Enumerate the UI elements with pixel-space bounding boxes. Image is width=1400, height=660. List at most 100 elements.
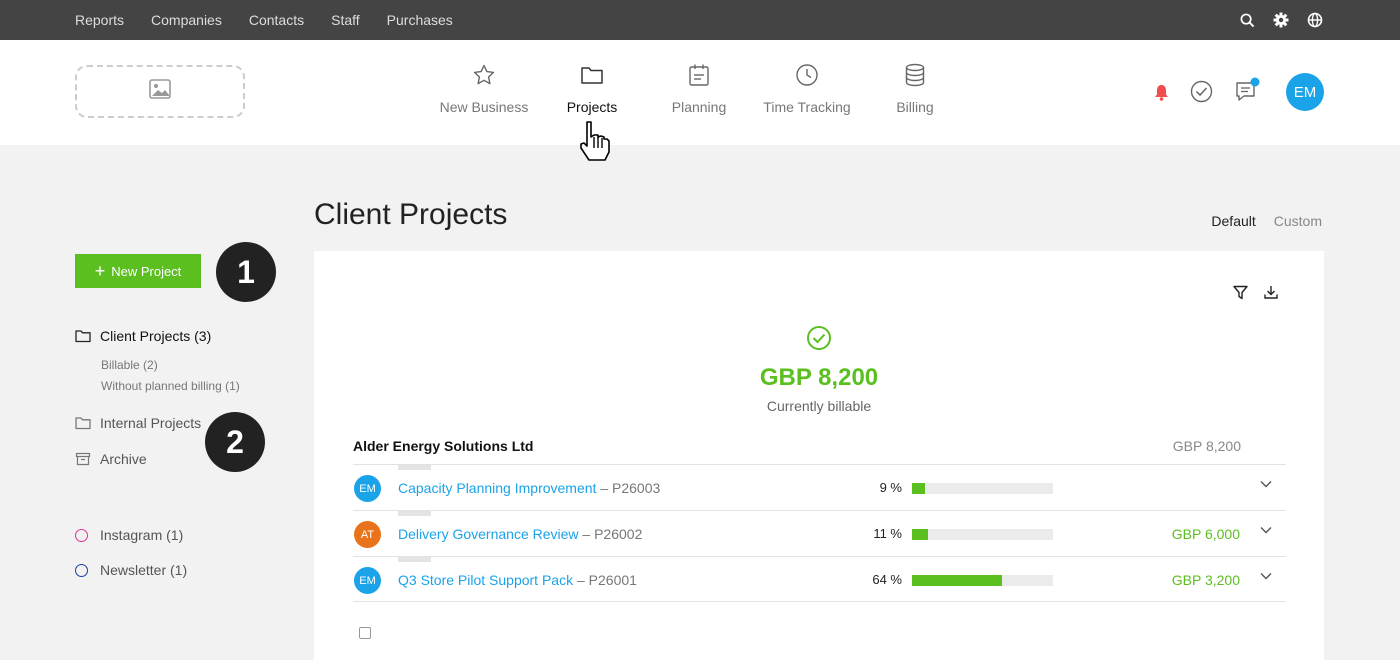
folder-icon (75, 329, 93, 343)
progress-bar (912, 483, 1053, 494)
top-menu-contacts[interactable]: Contacts (249, 12, 304, 28)
billable-amount: GBP 8,200 (759, 364, 879, 391)
owner-avatar: AT (354, 521, 381, 548)
step-badge-2: 2 (205, 412, 265, 472)
view-custom[interactable]: Custom (1274, 213, 1322, 229)
nav-label: Projects (566, 99, 618, 115)
bell-icon[interactable] (1154, 84, 1169, 106)
owner-avatar: EM (354, 567, 381, 594)
search-icon[interactable] (1238, 11, 1256, 29)
sidebar-item-label: Newsletter (1) (100, 562, 188, 578)
sidebar-item-client-projects[interactable]: Client Projects (3) (75, 328, 211, 344)
project-row[interactable]: AT Delivery Governance Review – P26002 1… (353, 510, 1286, 556)
client-name[interactable]: Alder Energy Solutions Ltd (353, 438, 533, 454)
progress-percent: 64 % (872, 572, 902, 587)
project-row[interactable]: EM Capacity Planning Improvement – P2600… (353, 464, 1286, 510)
billable-caption: Currently billable (766, 398, 872, 414)
nav-label: Time Tracking (763, 99, 851, 115)
calendar-icon (688, 63, 710, 92)
project-amount: GBP 6,000 (1171, 526, 1240, 542)
nav-time-tracking[interactable]: Time Tracking (752, 63, 862, 115)
sidebar-item-archive[interactable]: Archive (75, 451, 147, 467)
card-tools (1217, 285, 1278, 300)
main-header: New Business Projects Planning Time Trac… (0, 40, 1400, 161)
progress-percent: 11 % (873, 526, 902, 541)
progress-bar (912, 575, 1053, 586)
chevron-down-icon[interactable] (1260, 572, 1272, 580)
star-icon (472, 63, 496, 92)
project-link[interactable]: Delivery Governance Review (398, 526, 579, 542)
row-tab (398, 511, 431, 516)
top-menu-bar: Reports Companies Contacts Staff Purchas… (0, 0, 1400, 40)
chat-icon[interactable] (1235, 77, 1261, 108)
projects-card: GBP 8,200 Currently billable Alder Energ… (314, 251, 1324, 660)
project-amount: GBP 3,200 (1171, 572, 1240, 588)
filter-icon[interactable] (1233, 285, 1248, 300)
top-tools (1222, 0, 1324, 40)
folder-icon (75, 416, 93, 430)
check-circle-icon (806, 325, 832, 351)
user-avatar[interactable]: EM (1286, 73, 1324, 111)
new-project-label: New Project (111, 263, 182, 279)
top-menu: Reports Companies Contacts Staff Purchas… (75, 0, 480, 40)
project-list: EM Capacity Planning Improvement – P2600… (353, 464, 1286, 602)
sidebar-item-label: Client Projects (3) (100, 328, 212, 344)
sidebar-item-internal-projects[interactable]: Internal Projects (75, 415, 201, 431)
nav-new-business[interactable]: New Business (429, 64, 539, 115)
row-tab (398, 465, 431, 470)
project-link[interactable]: Q3 Store Pilot Support Pack (398, 572, 573, 588)
progress-percent: 9 % (879, 480, 902, 495)
archive-icon (75, 452, 93, 466)
new-project-button[interactable]: + New Project (75, 254, 201, 288)
view-default[interactable]: Default (1211, 213, 1255, 229)
project-code: – P26003 (600, 480, 661, 496)
sidebar-subitem-without-planned-billing[interactable]: Without planned billing (1) (101, 379, 240, 393)
chevron-down-icon[interactable] (1260, 480, 1272, 488)
page-title: Client Projects (314, 198, 508, 231)
logo-placeholder[interactable] (75, 65, 245, 118)
project-code: – P26002 (582, 526, 643, 542)
check-circle-icon[interactable] (1190, 80, 1213, 108)
gear-icon[interactable] (1272, 11, 1290, 29)
nav-label: Billing (896, 99, 934, 115)
sidebar-tag-newsletter[interactable]: Newsletter (1) (75, 562, 187, 578)
sidebar-item-label: Internal Projects (100, 415, 202, 431)
top-menu-companies[interactable]: Companies (151, 12, 222, 28)
row-tab (398, 557, 431, 562)
clock-icon (795, 63, 819, 92)
project-row[interactable]: EM Q3 Store Pilot Support Pack – P26001 … (353, 556, 1286, 602)
top-menu-purchases[interactable]: Purchases (387, 12, 453, 28)
hand-cursor-icon (577, 120, 611, 167)
client-group-header: Alder Energy Solutions Ltd GBP 8,200 (353, 438, 1287, 454)
project-code: – P26001 (576, 572, 637, 588)
sidebar-item-label: Instagram (1) (100, 527, 184, 543)
sidebar-subitem-billable[interactable]: Billable (2) (101, 358, 158, 372)
project-name: Q3 Store Pilot Support Pack – P26001 (398, 572, 637, 588)
sidebar-tag-instagram[interactable]: Instagram (1) (75, 527, 183, 543)
view-switcher: Default Custom (1193, 213, 1322, 229)
project-name: Delivery Governance Review – P26002 (398, 526, 642, 542)
billable-summary: GBP 8,200 Currently billable (314, 325, 1324, 414)
top-menu-reports[interactable]: Reports (75, 12, 124, 28)
globe-icon[interactable] (1306, 11, 1324, 29)
nav-label: New Business (439, 99, 529, 115)
top-menu-staff[interactable]: Staff (331, 12, 360, 28)
client-total: GBP 8,200 (1172, 438, 1241, 454)
owner-avatar: EM (354, 475, 381, 502)
step-badge-1: 1 (216, 242, 276, 302)
tag-color-dot (75, 528, 93, 542)
image-placeholder-icon (149, 79, 171, 104)
select-checkbox[interactable] (359, 627, 371, 639)
progress-bar (912, 529, 1053, 540)
project-link[interactable]: Capacity Planning Improvement (398, 480, 596, 496)
project-name: Capacity Planning Improvement – P26003 (398, 480, 660, 496)
plus-icon: + (94, 261, 106, 281)
download-icon[interactable] (1264, 285, 1278, 300)
chevron-down-icon[interactable] (1260, 526, 1272, 534)
folder-icon (580, 64, 604, 91)
nav-billing[interactable]: Billing (860, 63, 970, 115)
tag-color-dot (75, 563, 93, 577)
nav-projects[interactable]: Projects (537, 64, 647, 115)
sidebar-item-label: Archive (100, 451, 147, 467)
nav-planning[interactable]: Planning (644, 64, 754, 115)
